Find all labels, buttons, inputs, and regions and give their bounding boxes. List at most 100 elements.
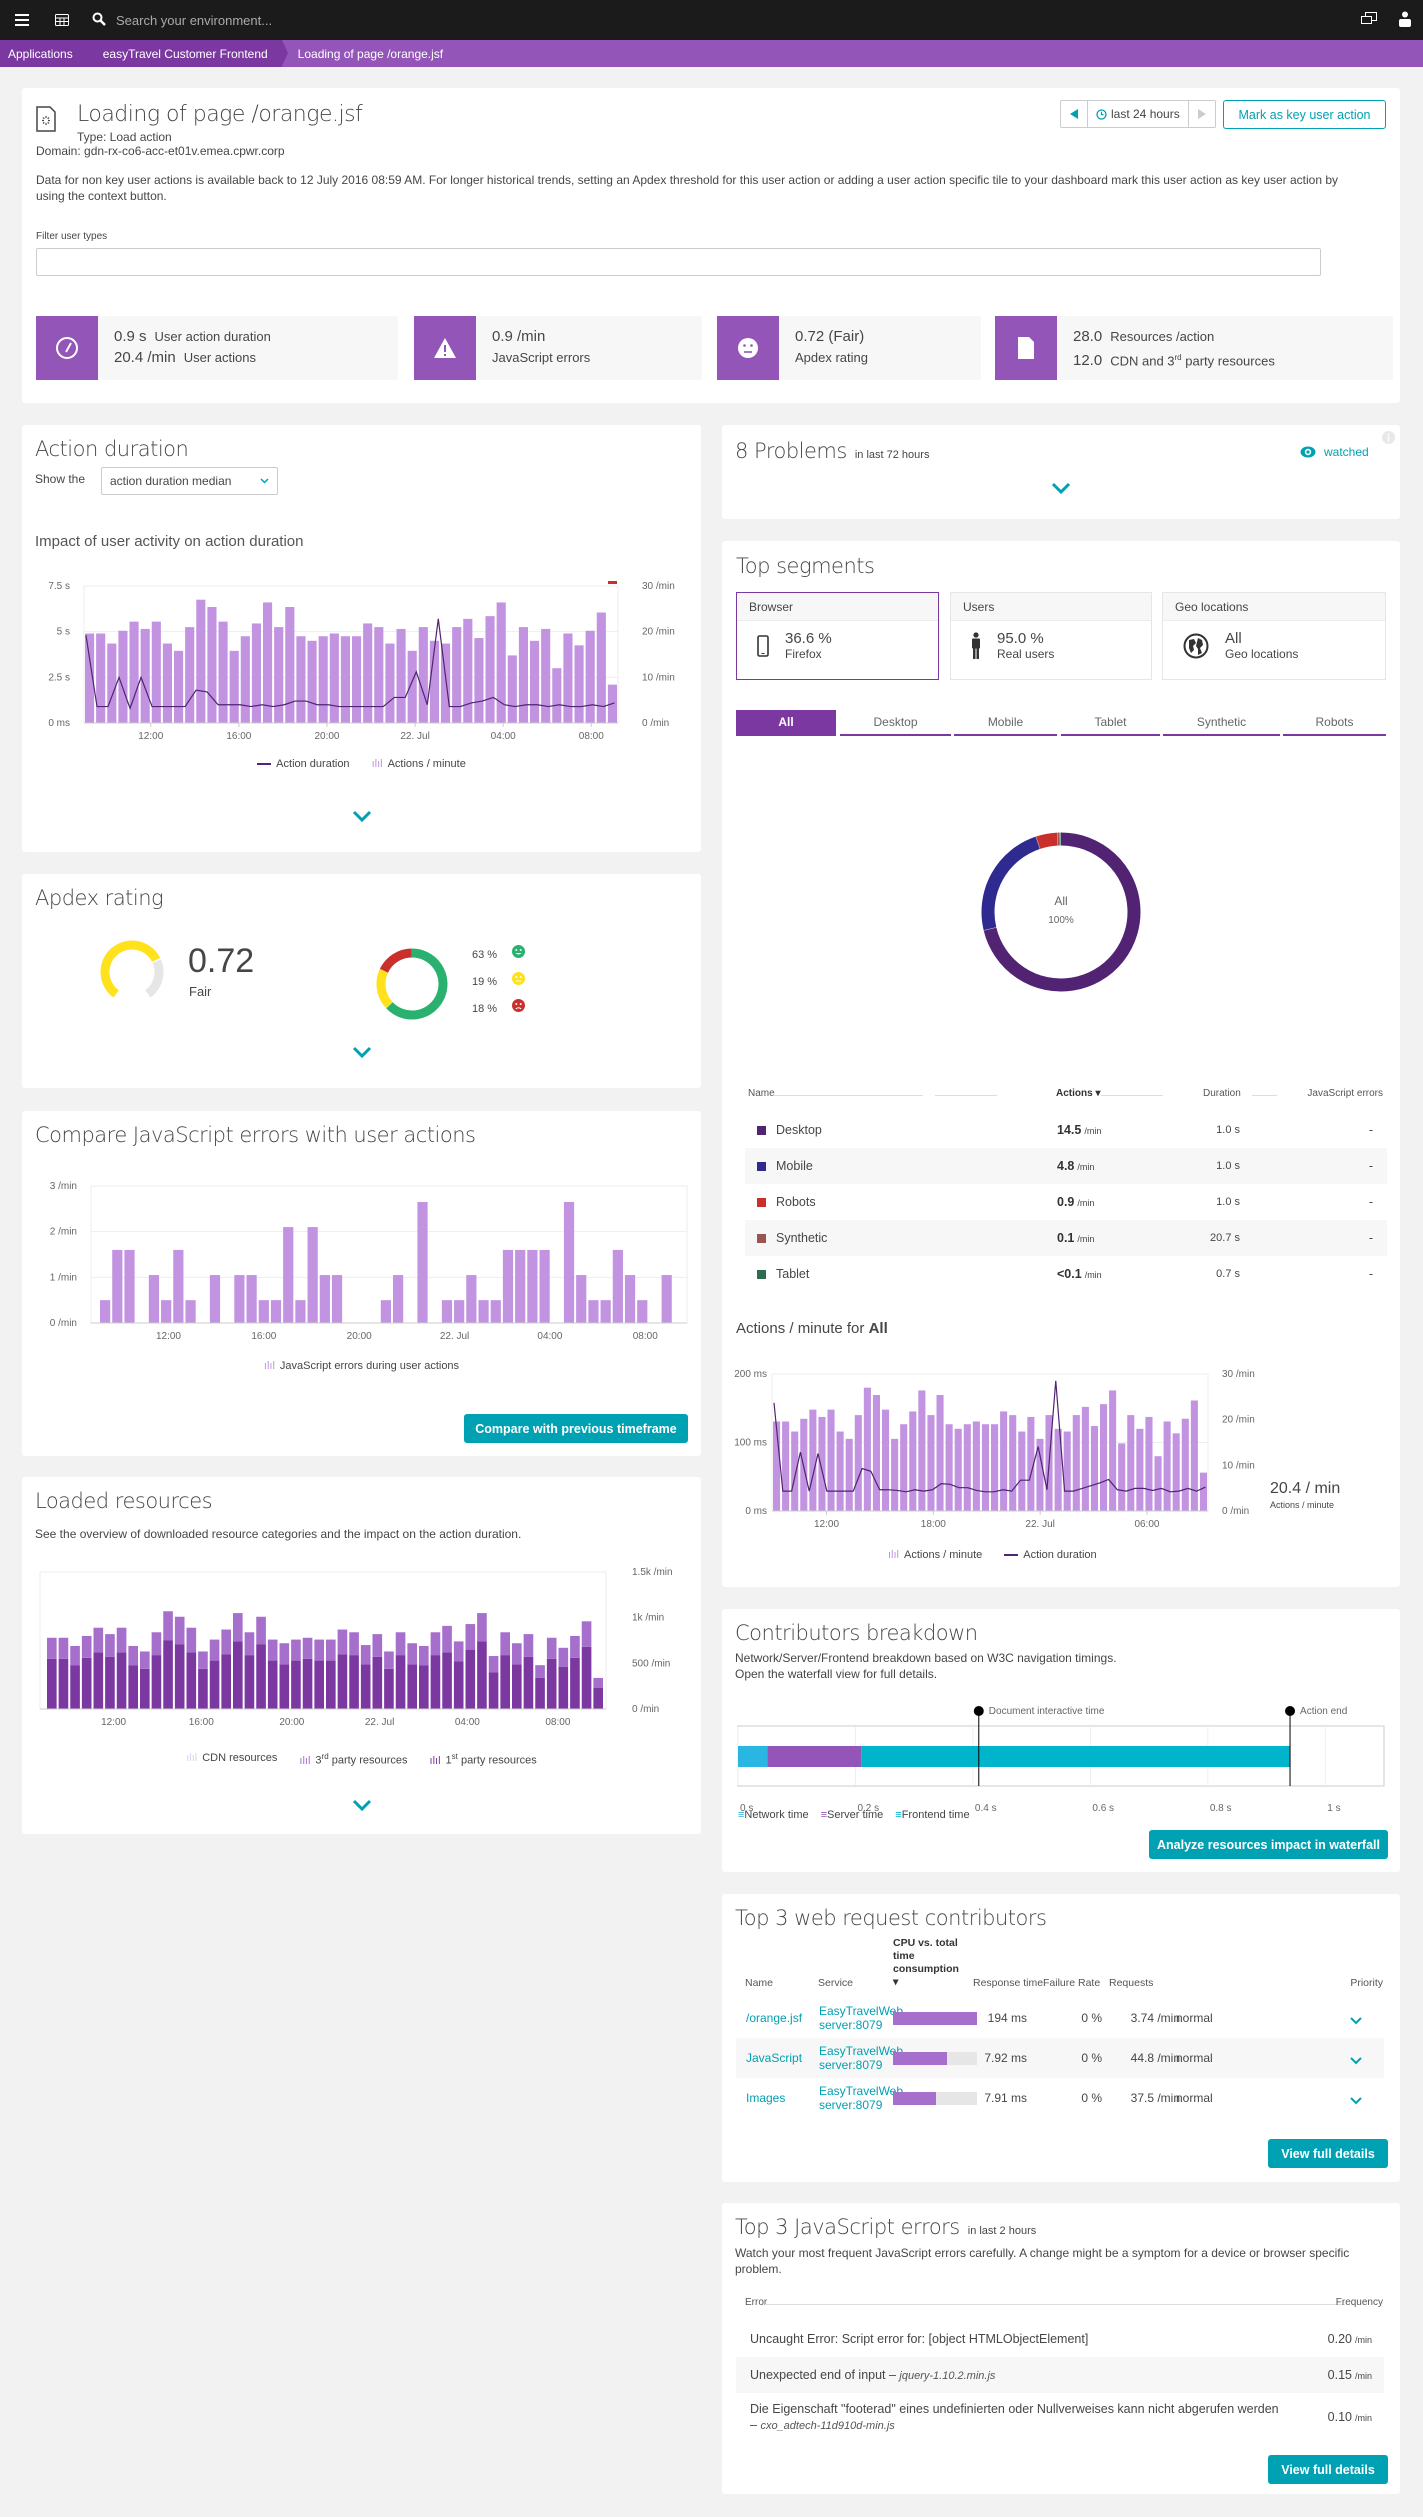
info-icon[interactable] xyxy=(1382,431,1395,444)
domain-label: Domain: gdn-rx-co6-acc-et01v.emea.cpwr.c… xyxy=(36,144,285,158)
tab-synthetic[interactable]: Synthetic xyxy=(1163,710,1280,736)
tab-all[interactable]: All xyxy=(736,710,836,736)
bar-1st-party xyxy=(395,1655,406,1709)
col-js-errors[interactable]: JavaScript errors xyxy=(1307,1088,1383,1099)
col-service[interactable]: Service xyxy=(818,1977,853,1989)
view-full-details-button[interactable]: View full details xyxy=(1268,2139,1388,2168)
legend-3rd-party[interactable]: ılıl 3rd party resources xyxy=(299,1752,407,1767)
segment-users[interactable]: Users 95.0 % Real users xyxy=(950,592,1152,680)
col-response-time[interactable]: Response time xyxy=(973,1977,1043,1989)
dashboard-icon[interactable] xyxy=(52,10,72,30)
kpi-apdex-rating[interactable]: 0.72 (Fair) Apdex rating xyxy=(717,316,981,380)
legend-action-duration[interactable]: Action duration xyxy=(1004,1549,1097,1561)
col-cpu[interactable]: CPU vs. total time consumption ▾ xyxy=(893,1937,963,1989)
segment-table-row[interactable]: Mobile 4.8/min 1.0 s - xyxy=(745,1148,1387,1184)
breadcrumb-application[interactable]: easyTravel Customer Frontend xyxy=(86,40,288,67)
col-priority[interactable]: Priority xyxy=(1350,1977,1383,1989)
bar-3rd-party xyxy=(209,1639,220,1661)
js-error-row[interactable]: Unexpected end of input – jquery-1.10.2.… xyxy=(736,2357,1384,2393)
col-requests[interactable]: Requests xyxy=(1109,1977,1153,1989)
legend-actions-per-minute[interactable]: ılıl Actions / minute xyxy=(888,1549,982,1561)
segment-browser[interactable]: Browser 36.6 % Firefox xyxy=(736,592,939,680)
legend-network-time[interactable]: ≡Network time xyxy=(738,1809,809,1821)
next-timeframe-button[interactable] xyxy=(1187,101,1215,127)
web-request-row[interactable]: JavaScript EasyTravelWeb server:8079 7.92 m… xyxy=(736,2038,1384,2078)
previous-timeframe-button[interactable] xyxy=(1061,101,1088,127)
bar-1st-party xyxy=(546,1658,557,1709)
bar xyxy=(927,1415,935,1511)
js-error-row[interactable]: Uncaught Error: Script error for: [objec… xyxy=(736,2321,1384,2357)
col-frequency[interactable]: Frequency xyxy=(1336,2297,1383,2308)
legend-action-duration[interactable]: Action duration xyxy=(257,758,350,770)
filter-user-types-input[interactable] xyxy=(36,248,1321,276)
bar xyxy=(507,655,517,723)
legend-actions-per-minute[interactable]: ılıl Actions / minute xyxy=(372,758,466,770)
metric-select-value: action duration median xyxy=(110,474,232,488)
service-link[interactable]: EasyTravelWeb server:8079 xyxy=(819,2084,903,2112)
loaded-resources-description: See the overview of downloaded resource … xyxy=(35,1527,522,1541)
legend-frontend-time[interactable]: ≡Frontend time xyxy=(895,1809,969,1821)
col-error[interactable]: Error xyxy=(745,2297,767,2308)
timeframe-button[interactable]: last 24 hours xyxy=(1088,101,1188,127)
compare-previous-timeframe-button[interactable]: Compare with previous timeframe xyxy=(464,1414,688,1443)
bar xyxy=(307,640,317,723)
col-name[interactable]: Name xyxy=(748,1088,775,1099)
bar xyxy=(485,616,495,723)
expand-chevron-icon[interactable] xyxy=(352,1046,372,1058)
service-link[interactable]: EasyTravelWeb server:8079 xyxy=(819,2004,903,2032)
mark-key-user-action-button[interactable]: Mark as key user action xyxy=(1223,100,1386,129)
segment-table-row[interactable]: Desktop 14.5/min 1.0 s - xyxy=(745,1112,1387,1148)
request-name-link[interactable]: /orange.jsf xyxy=(746,2011,802,2025)
menu-icon[interactable] xyxy=(12,10,32,30)
kpi-javascript-errors[interactable]: 0.9 /min JavaScript errors xyxy=(414,316,702,380)
col-failure-rate[interactable]: Failure Rate xyxy=(1043,1977,1100,1989)
expand-chevron-icon[interactable] xyxy=(352,1799,372,1811)
web-request-row[interactable]: /orange.jsf EasyTravelWeb server:8079 194 m… xyxy=(736,1998,1384,2038)
request-name-link[interactable]: JavaScript xyxy=(746,2051,802,2065)
segment-table-row[interactable]: Robots 0.9/min 1.0 s - xyxy=(745,1184,1387,1220)
user-icon[interactable] xyxy=(1399,11,1411,30)
legend-1st-party[interactable]: ılıl 1st party resources xyxy=(430,1752,537,1767)
expand-row-chevron-icon[interactable] xyxy=(1350,2014,1362,2025)
watched-toggle[interactable]: watched xyxy=(1300,445,1369,459)
analyze-waterfall-button[interactable]: Analyze resources impact in waterfall xyxy=(1149,1830,1388,1859)
expand-row-chevron-icon[interactable] xyxy=(1350,2054,1362,2065)
expand-chevron-icon[interactable] xyxy=(352,810,372,822)
js-error-row[interactable]: Die Eigenschaft "footerad" eines undefin… xyxy=(736,2393,1384,2441)
bar xyxy=(207,607,217,723)
search-input[interactable]: Search your environment... xyxy=(116,13,272,28)
expand-row-chevron-icon[interactable] xyxy=(1350,2094,1362,2105)
js-errors-legend[interactable]: ılıl JavaScript errors during user action… xyxy=(22,1360,701,1372)
kpi-resources[interactable]: 28.0 Resources /action 12.0 CDN and 3rd pa… xyxy=(995,316,1393,380)
tab-tablet[interactable]: Tablet xyxy=(1061,710,1160,736)
col-actions[interactable]: Actions ▾ xyxy=(1056,1088,1100,1099)
metric-select[interactable]: action duration median xyxy=(101,467,278,495)
legend-cdn[interactable]: ılıl CDN resources xyxy=(186,1752,277,1767)
kpi-user-action-duration[interactable]: 0.9 s User action duration 20.4 /min User … xyxy=(36,316,398,380)
bar-3rd-party xyxy=(58,1637,69,1659)
bar-1st-party xyxy=(453,1661,464,1709)
col-name[interactable]: Name xyxy=(745,1977,773,1989)
bar xyxy=(563,633,573,723)
tab-robots[interactable]: Robots xyxy=(1283,710,1386,736)
tab-mobile[interactable]: Mobile xyxy=(954,710,1057,736)
service-link[interactable]: EasyTravelWeb server:8079 xyxy=(819,2044,903,2072)
search-bar[interactable]: Search your environment... xyxy=(92,12,272,29)
request-name-link[interactable]: Images xyxy=(746,2091,785,2105)
segment-table-row[interactable]: Tablet <0.1/min 0.7 s - xyxy=(745,1256,1387,1292)
legend-server-time[interactable]: ≡Server time xyxy=(821,1809,884,1821)
segments-donut-chart xyxy=(981,832,1141,992)
col-duration[interactable]: Duration xyxy=(1203,1088,1241,1099)
bar-1st-party xyxy=(256,1644,266,1709)
segment-geo-locations[interactable]: Geo locations All Geo locations xyxy=(1162,592,1386,680)
bar-3rd-party xyxy=(128,1645,138,1666)
tab-desktop[interactable]: Desktop xyxy=(840,710,951,736)
segment-table-row[interactable]: Synthetic 0.1/min 20.7 s - xyxy=(745,1220,1387,1256)
breadcrumb-applications[interactable]: Applications xyxy=(0,40,93,67)
view-full-details-button[interactable]: View full details xyxy=(1268,2455,1388,2484)
web-request-row[interactable]: Images EasyTravelWeb server:8079 7.91 ms 0 %… xyxy=(736,2078,1384,2118)
chat-icon[interactable] xyxy=(1361,11,1377,29)
face-sad-icon xyxy=(512,999,525,1012)
bar xyxy=(1172,1433,1180,1511)
expand-chevron-icon[interactable] xyxy=(1051,482,1071,494)
